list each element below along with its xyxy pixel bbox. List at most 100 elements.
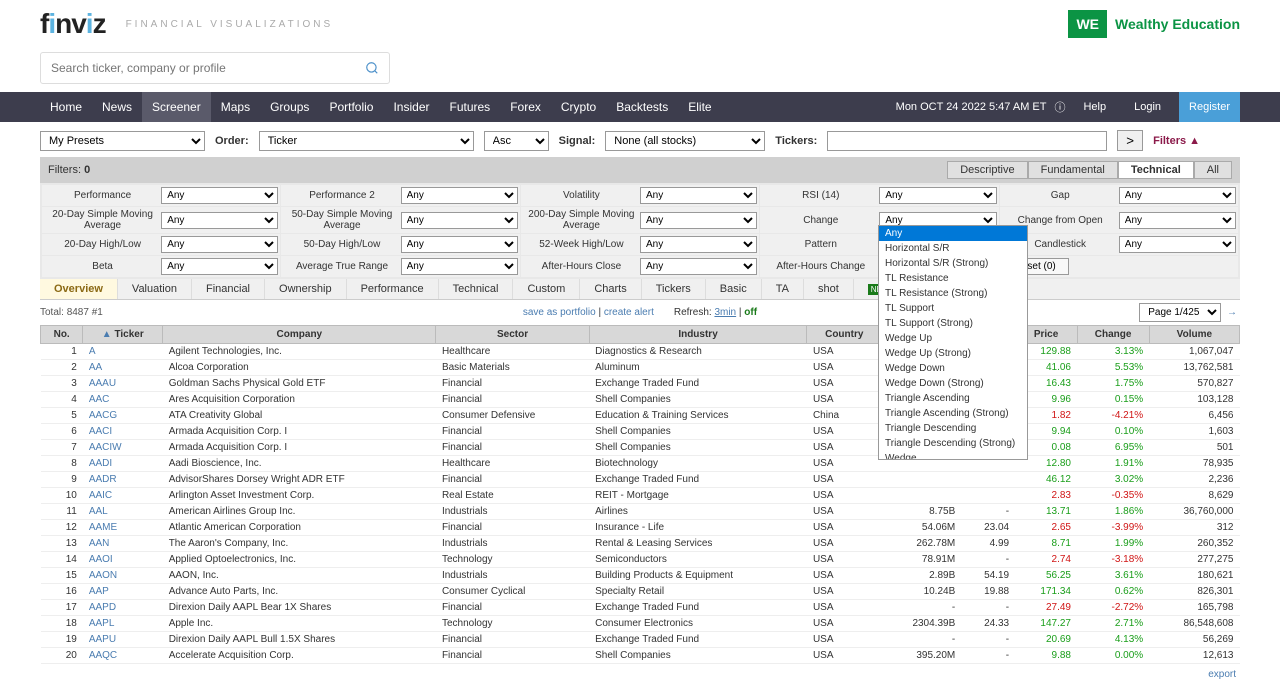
login-link[interactable]: Login	[1124, 92, 1171, 122]
pattern-option[interactable]: Horizontal S/R	[879, 241, 1027, 256]
ticker-link[interactable]: AAAU	[89, 378, 116, 389]
filter-select-performance[interactable]: Any	[161, 187, 278, 204]
view-tab-performance[interactable]: Performance	[347, 279, 439, 299]
view-tab-ta[interactable]: TA	[762, 279, 804, 299]
filter-select-50-day-high-low[interactable]: Any	[401, 236, 518, 253]
filters-toggle[interactable]: Filters ▲	[1153, 135, 1200, 147]
view-tab-ownership[interactable]: Ownership	[265, 279, 347, 299]
nav-home[interactable]: Home	[40, 92, 92, 122]
page-select[interactable]: Page 1/425	[1139, 303, 1221, 322]
go-button[interactable]: >	[1117, 130, 1143, 151]
col-header[interactable]: ▲ Ticker	[83, 326, 163, 344]
tickers-input[interactable]	[827, 131, 1107, 151]
wealthy-education-link[interactable]: WE Wealthy Education	[1068, 10, 1240, 38]
register-link[interactable]: Register	[1179, 92, 1240, 122]
pattern-option[interactable]: Triangle Ascending (Strong)	[879, 406, 1027, 421]
pattern-option[interactable]: Triangle Descending	[879, 421, 1027, 436]
nav-backtests[interactable]: Backtests	[606, 92, 678, 122]
pattern-option[interactable]: Horizontal S/R (Strong)	[879, 256, 1027, 271]
ticker-link[interactable]: AAIC	[89, 490, 112, 501]
help-link[interactable]: Help	[1073, 92, 1116, 122]
filter-tab-fundamental[interactable]: Fundamental	[1028, 161, 1118, 179]
filter-select-gap[interactable]: Any	[1119, 187, 1236, 204]
export-link[interactable]: export	[1208, 669, 1236, 680]
presets-select[interactable]: My Presets	[40, 131, 205, 151]
filter-select-200-day-simple-moving-average[interactable]: Any	[640, 212, 757, 229]
view-tab-shot[interactable]: shot	[804, 279, 854, 299]
filter-select-candlestick[interactable]: Any	[1119, 236, 1236, 253]
filter-select-52-week-high-low[interactable]: Any	[640, 236, 757, 253]
ticker-link[interactable]: AADR	[89, 474, 117, 485]
ticker-link[interactable]: AAPL	[89, 618, 115, 629]
pattern-option[interactable]: Wedge Up (Strong)	[879, 346, 1027, 361]
filter-tab-technical[interactable]: Technical	[1118, 161, 1194, 179]
filter-tab-all[interactable]: All	[1194, 161, 1232, 179]
col-header[interactable]: No.	[41, 326, 83, 344]
pattern-option[interactable]: TL Support (Strong)	[879, 316, 1027, 331]
ticker-link[interactable]: AA	[89, 362, 102, 373]
ticker-link[interactable]: AAQC	[89, 650, 117, 661]
col-header[interactable]: Industry	[589, 326, 807, 344]
pattern-option[interactable]: Any	[879, 226, 1027, 241]
refresh-value[interactable]: 3min	[714, 307, 736, 318]
signal-select[interactable]: None (all stocks)	[605, 131, 765, 151]
ticker-link[interactable]: AAN	[89, 538, 110, 549]
ticker-link[interactable]: AAOI	[89, 554, 113, 565]
filter-select-average-true-range[interactable]: Any	[401, 258, 518, 275]
ticker-link[interactable]: AAPD	[89, 602, 116, 613]
filter-select-rsi-14-[interactable]: Any	[879, 187, 996, 204]
order-by-select[interactable]: Ticker	[259, 131, 474, 151]
nav-crypto[interactable]: Crypto	[551, 92, 606, 122]
ticker-link[interactable]: A	[89, 346, 96, 357]
col-header[interactable]: Change	[1077, 326, 1149, 344]
filter-tab-descriptive[interactable]: Descriptive	[947, 161, 1027, 179]
filter-select-volatility[interactable]: Any	[640, 187, 757, 204]
nav-futures[interactable]: Futures	[440, 92, 501, 122]
nav-portfolio[interactable]: Portfolio	[319, 92, 383, 122]
filter-select-20-day-high-low[interactable]: Any	[161, 236, 278, 253]
search-input[interactable]	[40, 52, 390, 84]
order-dir-select[interactable]: Asc	[484, 131, 549, 151]
col-header[interactable]: Volume	[1149, 326, 1239, 344]
nav-screener[interactable]: Screener	[142, 92, 211, 122]
view-tab-charts[interactable]: Charts	[580, 279, 641, 299]
pattern-dropdown[interactable]: AnyHorizontal S/RHorizontal S/R (Strong)…	[878, 225, 1028, 460]
ticker-link[interactable]: AADI	[89, 458, 112, 469]
logo[interactable]: finviz	[40, 8, 106, 40]
pattern-option[interactable]: Wedge Down (Strong)	[879, 376, 1027, 391]
pattern-option[interactable]: Wedge Down	[879, 361, 1027, 376]
filter-select-20-day-simple-moving-average[interactable]: Any	[161, 212, 278, 229]
filter-select-after-hours-close[interactable]: Any	[640, 258, 757, 275]
refresh-off[interactable]: off	[744, 307, 757, 318]
create-alert-link[interactable]: create alert	[604, 307, 654, 318]
col-header[interactable]: Country	[807, 326, 882, 344]
nav-elite[interactable]: Elite	[678, 92, 721, 122]
view-tab-technical[interactable]: Technical	[439, 279, 514, 299]
view-tab-valuation[interactable]: Valuation	[118, 279, 192, 299]
pattern-option[interactable]: TL Support	[879, 301, 1027, 316]
ticker-link[interactable]: AAC	[89, 394, 110, 405]
nav-maps[interactable]: Maps	[211, 92, 260, 122]
ticker-link[interactable]: AACIW	[89, 442, 122, 453]
ticker-link[interactable]: AAME	[89, 522, 117, 533]
ticker-link[interactable]: AACI	[89, 426, 112, 437]
filter-select-performance-2[interactable]: Any	[401, 187, 518, 204]
pattern-option[interactable]: TL Resistance	[879, 271, 1027, 286]
filter-select-beta[interactable]: Any	[161, 258, 278, 275]
ticker-link[interactable]: AAON	[89, 570, 117, 581]
nav-news[interactable]: News	[92, 92, 142, 122]
ticker-link[interactable]: AACG	[89, 410, 117, 421]
ticker-link[interactable]: AAPU	[89, 634, 116, 645]
filter-select-50-day-simple-moving-average[interactable]: Any	[401, 212, 518, 229]
col-header[interactable]: Sector	[436, 326, 589, 344]
view-tab-financial[interactable]: Financial	[192, 279, 265, 299]
pattern-option[interactable]: Wedge	[879, 451, 1027, 460]
pattern-option[interactable]: Triangle Descending (Strong)	[879, 436, 1027, 451]
nav-groups[interactable]: Groups	[260, 92, 319, 122]
nav-insider[interactable]: Insider	[383, 92, 439, 122]
pattern-option[interactable]: Wedge Up	[879, 331, 1027, 346]
col-header[interactable]: Company	[163, 326, 436, 344]
ticker-link[interactable]: AAP	[89, 586, 109, 597]
pattern-option[interactable]: Triangle Ascending	[879, 391, 1027, 406]
nav-forex[interactable]: Forex	[500, 92, 551, 122]
